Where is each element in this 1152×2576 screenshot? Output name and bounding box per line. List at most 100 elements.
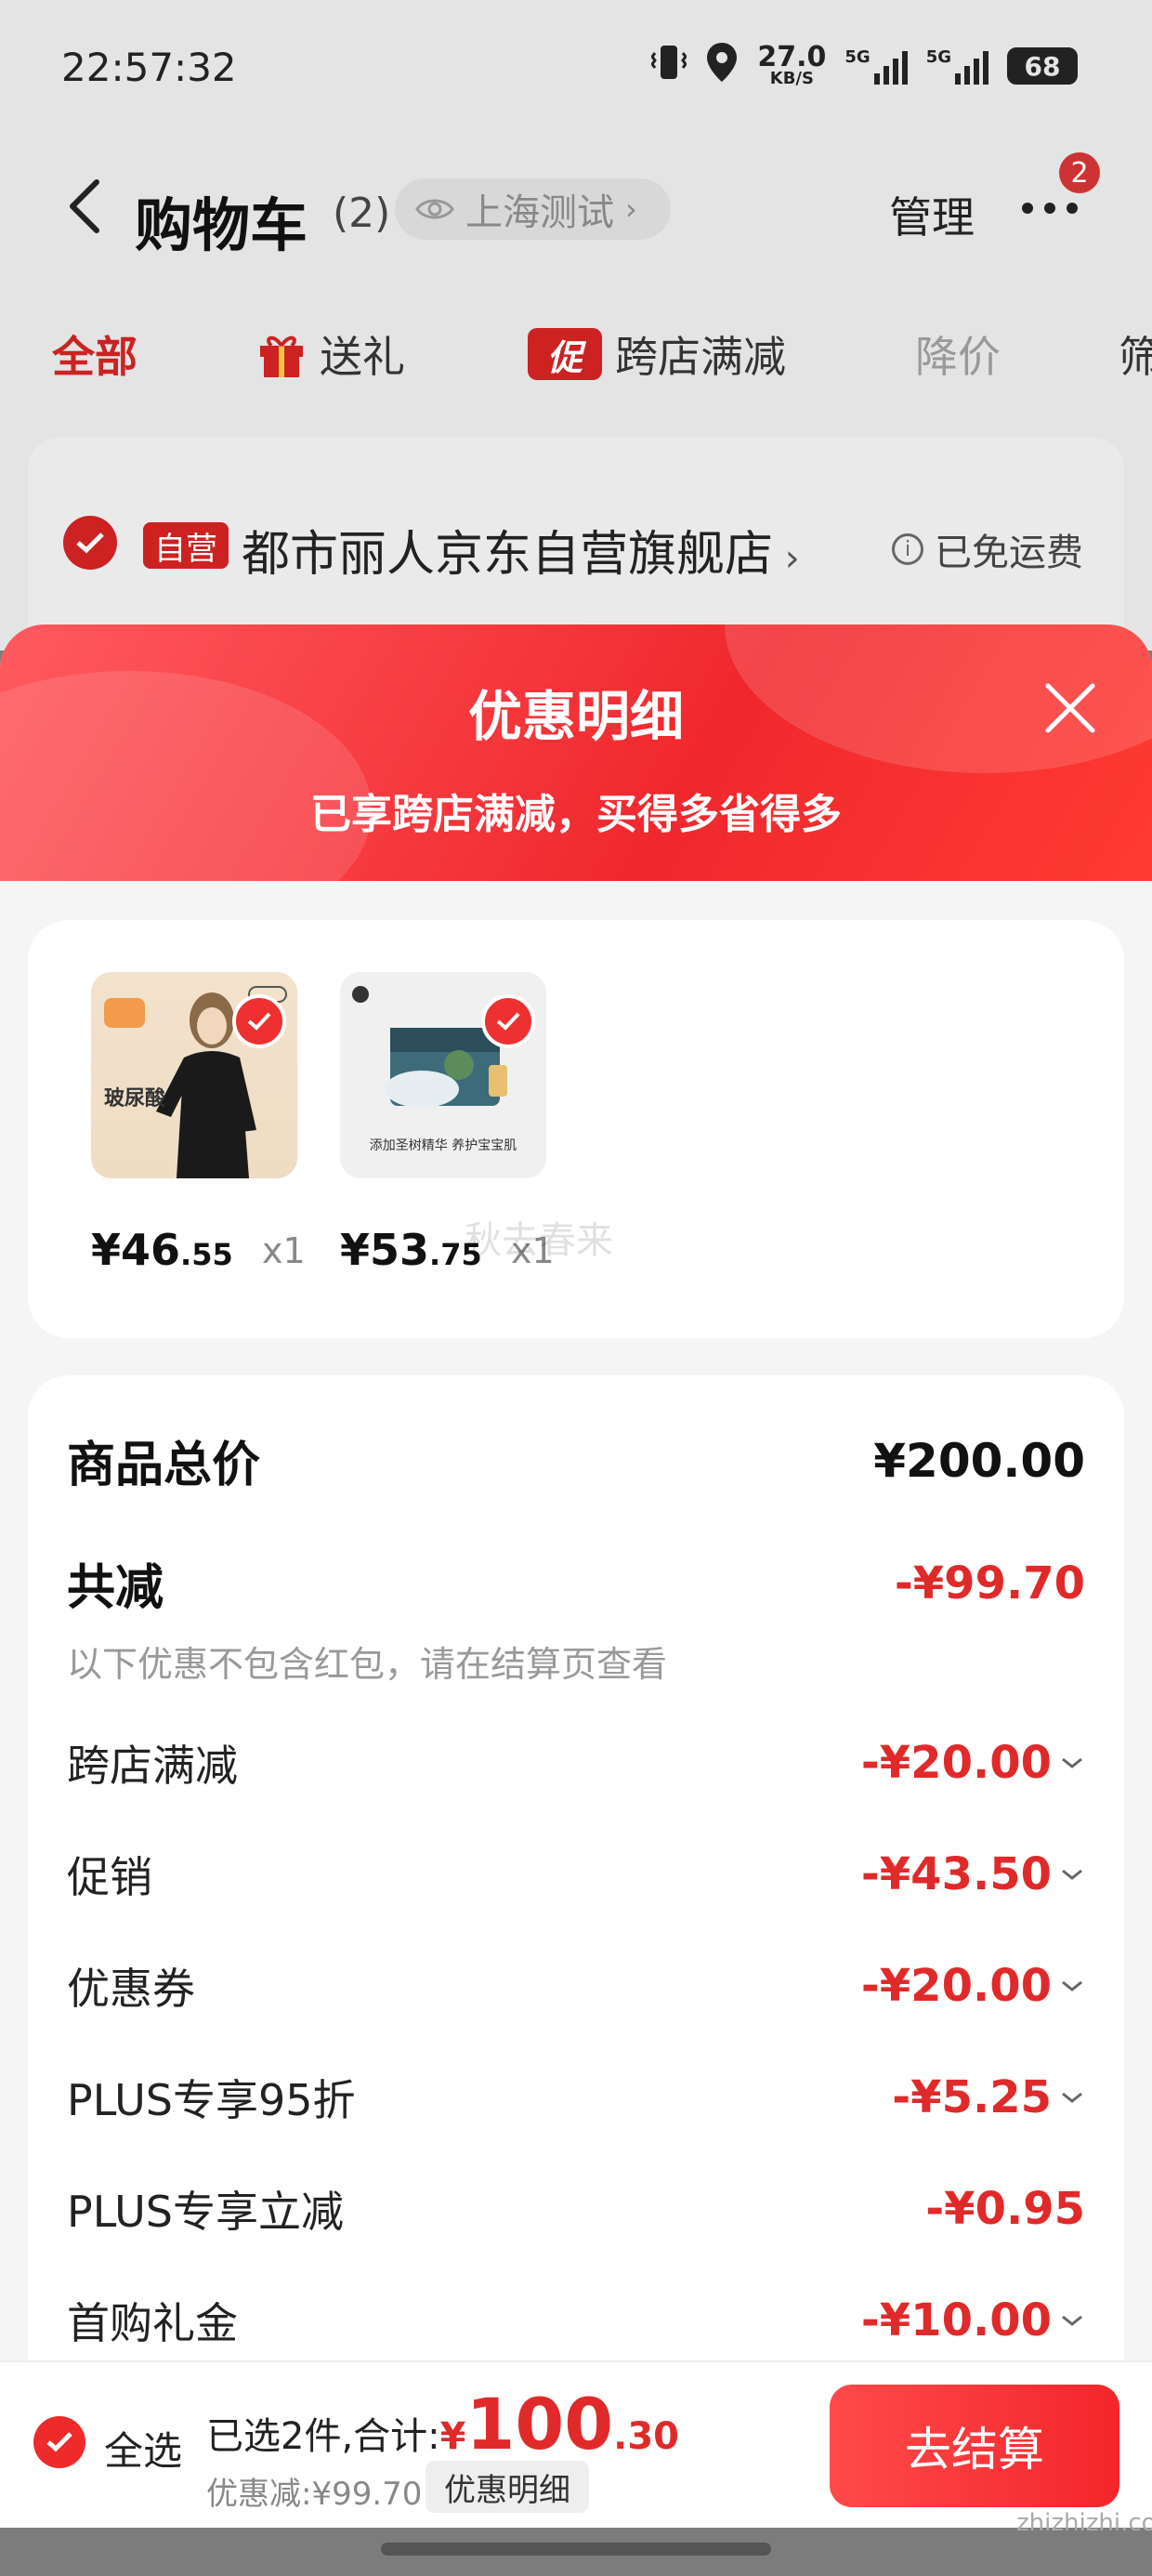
signal-bars-icon [873, 47, 908, 85]
network-speed: 27.0 KB/S [757, 41, 827, 88]
signal-1-label: 5G [844, 47, 871, 67]
location-selector[interactable]: 上海测试 › [395, 178, 671, 240]
checkout-bar: 全选 已选2件,合计: ¥ 100 .30 优惠减:¥99.70 优惠明细 去结… [0, 2360, 1152, 2528]
store-name-text: 都市丽人京东自营旗舰店 [242, 527, 774, 583]
discount-summary: 优惠减:¥99.70 [206, 2476, 423, 2513]
tab-gift-label: 送礼 [320, 332, 405, 382]
discount-label: 跨店满减 [67, 1741, 238, 1791]
chevron-down-icon [1062, 1869, 1082, 1880]
sheet-title: 优惠明细 [467, 685, 684, 748]
chevron-down-icon [1062, 2315, 1082, 2326]
tab-filter-label: 筛 [1119, 332, 1152, 382]
store-checkbox[interactable] [63, 516, 117, 570]
price-decimal: .55 [180, 1237, 233, 1272]
total-reduced-value: -¥99.70 [894, 1557, 1085, 1610]
product-thumbnail: 添加圣树精华 养护宝宝肌 [340, 972, 546, 1178]
product-checkbox[interactable] [232, 994, 286, 1048]
select-all-label[interactable]: 全选 [104, 2420, 182, 2477]
signal-bars-icon [955, 47, 988, 85]
total-currency: ¥ [439, 2415, 466, 2458]
discount-row-plus-instant: PLUS专享立减 -¥0.95 [67, 2178, 1085, 2240]
product-checkbox[interactable] [481, 994, 535, 1048]
selected-count-label: 已选2件,合计: [206, 2415, 440, 2458]
battery-level: 68 [1024, 50, 1061, 82]
page-title: 购物车 [135, 191, 308, 259]
info-icon: i [892, 533, 923, 565]
status-time: 22:57:32 [61, 45, 237, 90]
discount-detail-button[interactable]: 优惠明细 [425, 2461, 589, 2513]
product-item[interactable]: 添加圣树精华 养护宝宝肌 ¥ 53 .75 x1 [340, 972, 555, 1275]
product-quantity: x1 [262, 1230, 306, 1271]
checkmark-icon [247, 1012, 271, 1031]
total-decimal: .30 [613, 2415, 679, 2458]
discount-row-coupon[interactable]: 优惠券 -¥20.00 [67, 1955, 1085, 2017]
cart-nav-bar: 购物车 (2) 上海测试 › 管理 2 [0, 152, 1152, 260]
discount-row-cross-store[interactable]: 跨店满减 -¥20.00 [67, 1732, 1085, 1794]
price-integer: 53 [370, 1225, 430, 1275]
discount-value: -¥10.00 [860, 2294, 1052, 2346]
cart-count: (2) [333, 190, 391, 237]
notification-badge: 2 [1059, 152, 1100, 193]
eye-icon [415, 199, 454, 219]
tab-gift[interactable]: 送礼 [256, 323, 405, 385]
self-operated-badge: 自营 [143, 522, 229, 569]
shipping-text: 已免运费 [935, 532, 1083, 574]
tab-cross-store[interactable]: 促 跨店满减 [528, 323, 786, 385]
discount-label: PLUS专享立减 [67, 2187, 344, 2237]
shipping-note[interactable]: i 已免运费 [892, 522, 1083, 576]
promo-badge-icon: 促 [528, 328, 602, 380]
product-price: ¥ 46 .55 [91, 1225, 233, 1275]
gift-icon [260, 335, 303, 377]
discount-row-first-purchase[interactable]: 首购礼金 -¥10.00 [67, 2290, 1085, 2351]
speed-unit: KB/S [769, 69, 814, 88]
filter-tabs: 全部 送礼 促 跨店满减 降价 筛 [0, 316, 1152, 390]
signal-2: 5G [926, 47, 988, 85]
chevron-down-icon [1062, 1757, 1082, 1768]
site-watermark: zhizhizhi.com [1016, 2509, 1152, 2537]
price-currency: ¥ [340, 1225, 371, 1275]
discount-value: -¥43.50 [860, 1848, 1052, 1900]
tab-price-drop[interactable]: 降价 [915, 323, 1001, 385]
sheet-subtitle: 已享跨店满减，买得多省得多 [310, 791, 842, 838]
checkmark-icon [46, 2432, 72, 2452]
total-reduced-label: 共减 [67, 1560, 164, 1616]
vibrate-icon [650, 42, 688, 90]
product-price: ¥ 53 .75 [340, 1225, 482, 1275]
discount-label: PLUS专享95折 [67, 2075, 356, 2125]
store-name[interactable]: 都市丽人京东自营旗舰店 › [242, 515, 800, 585]
status-bar: 22:57:32 27.0 KB/S 5G 5G 68 [0, 0, 1152, 130]
total-price-row: 商品总价 ¥200.00 [67, 1426, 1085, 1495]
back-arrow-icon[interactable] [65, 178, 106, 234]
tab-price-drop-label: 降价 [915, 332, 1001, 382]
close-icon[interactable] [1042, 680, 1098, 736]
product-item[interactable]: 玻尿酸 ¥ 46 .55 x1 [91, 972, 306, 1275]
product-thumb-text: 玻尿酸 [104, 1087, 166, 1111]
chevron-right-icon: › [773, 537, 800, 580]
location-pin-icon [705, 41, 739, 91]
chevron-right-icon: › [625, 191, 637, 227]
speed-value: 27.0 [757, 41, 827, 73]
overlay-watermark: 秋去春来 [465, 1219, 613, 1262]
location-label: 上海测试 [465, 191, 614, 234]
discount-label: 优惠券 [67, 1964, 195, 2014]
tab-filter[interactable]: 筛 [1119, 323, 1152, 385]
home-indicator[interactable] [381, 2543, 771, 2556]
discount-value: -¥0.95 [925, 2183, 1085, 2235]
tab-all-label: 全部 [52, 332, 137, 382]
battery-icon: 68 [1007, 47, 1078, 85]
tab-all[interactable]: 全部 [52, 323, 137, 385]
discount-value: -¥20.00 [860, 1737, 1052, 1789]
more-menu-button[interactable] [1022, 190, 1087, 227]
checkout-button[interactable]: 去结算 [830, 2385, 1119, 2507]
discount-label: 首购礼金 [67, 2298, 238, 2348]
discount-breakdown-card: 商品总价 ¥200.00 共减 -¥99.70 以下优惠不包含红包，请在结算页查… [28, 1375, 1124, 2362]
discount-row-plus-95[interactable]: PLUS专享95折 -¥5.25 [67, 2067, 1085, 2128]
discount-row-promotion[interactable]: 促销 -¥43.50 [67, 1844, 1085, 1905]
manage-button[interactable]: 管理 [889, 184, 975, 245]
signal-1: 5G [844, 47, 908, 85]
status-icons: 27.0 KB/S 5G 5G 68 [650, 41, 1078, 91]
price-currency: ¥ [91, 1225, 122, 1275]
discount-value: -¥5.25 [892, 2071, 1052, 2123]
price-integer: 46 [121, 1225, 181, 1275]
select-all-checkbox[interactable] [33, 2416, 85, 2468]
